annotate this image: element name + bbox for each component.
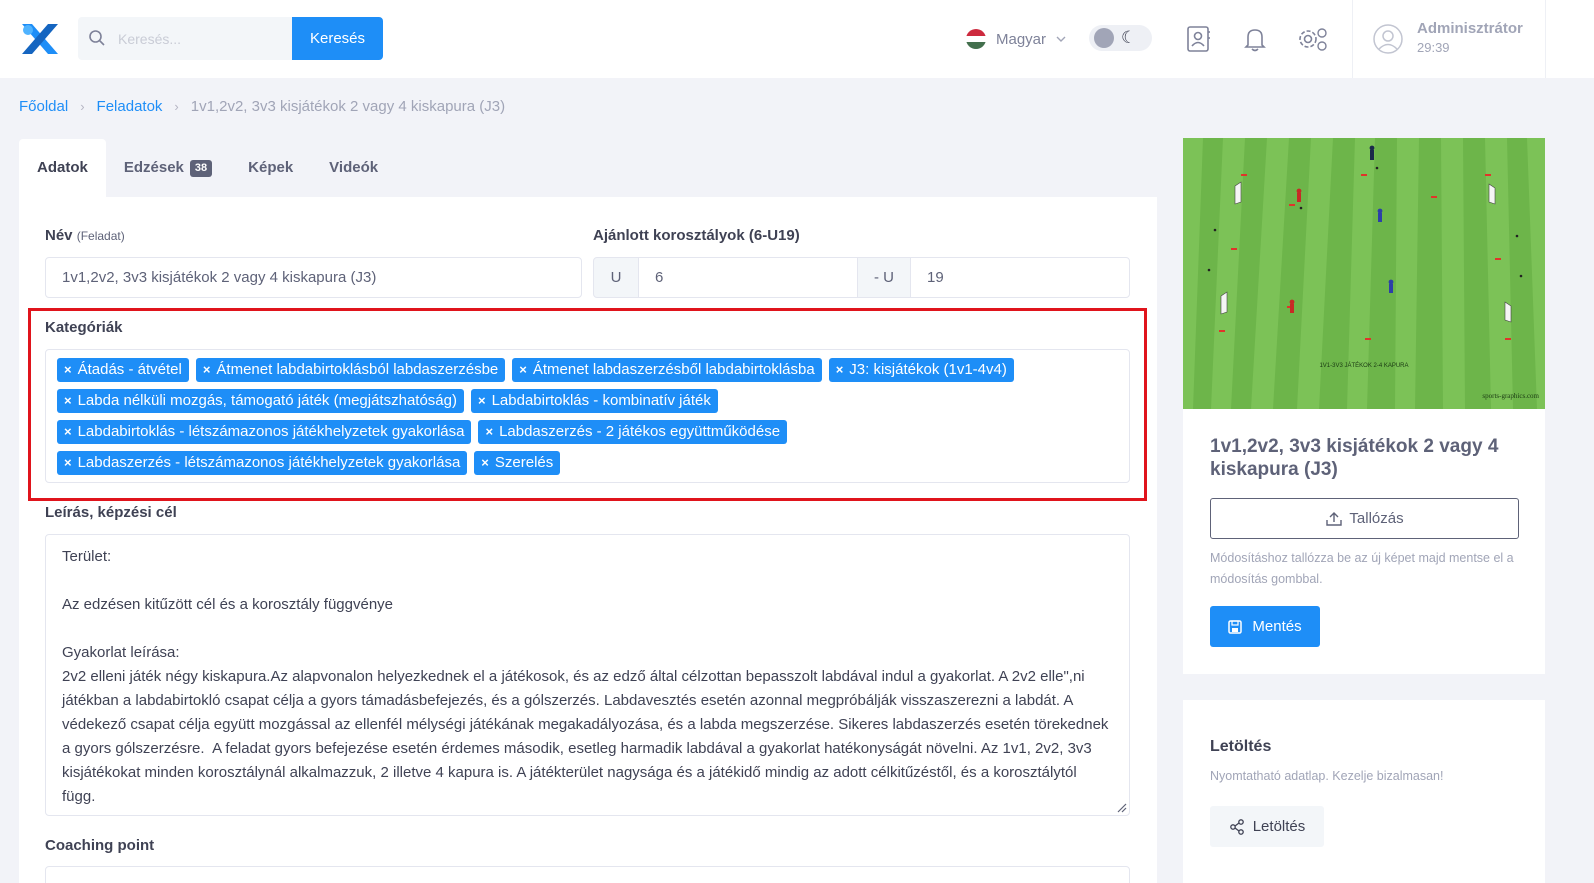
remove-tag-icon[interactable]: ×	[64, 393, 72, 408]
age-to-field[interactable]: 19	[910, 257, 1130, 298]
toggle-knob	[1094, 28, 1114, 48]
settings-icon[interactable]	[1296, 24, 1330, 54]
category-tag[interactable]: × Átmenet labdabirtoklásból labdaszerzésb…	[195, 358, 506, 382]
category-tag-label: Labdabirtoklás - létszámazonos játékhely…	[77, 423, 465, 440]
age-to-prefix: - U	[857, 257, 911, 298]
category-tag-label: Átmenet labdabirtoklásból labdaszerzésbe	[216, 361, 499, 378]
tab-kepek[interactable]: Képek	[230, 139, 311, 197]
remove-tag-icon[interactable]: ×	[836, 362, 844, 377]
svg-text:1V1-3V3 JÁTÉKOK 2-4 KAPURA: 1V1-3V3 JÁTÉKOK 2-4 KAPURA	[1319, 362, 1408, 369]
tab-edzesek[interactable]: Edzések 38	[106, 139, 230, 197]
upload-icon	[1326, 511, 1343, 526]
category-tag-label: Labdabirtoklás - kombinatív játék	[491, 392, 711, 409]
download-subtitle: Nyomtatható adatlap. Kezelje bizalmasan!	[1210, 769, 1444, 783]
description-textarea[interactable]: Terület: Az edzésen kitűzött cél és a ko…	[45, 534, 1130, 816]
remove-tag-icon[interactable]: ×	[64, 362, 72, 377]
category-tag-label: Átadás - átvétel	[77, 361, 182, 378]
x-logo-icon[interactable]	[18, 22, 62, 56]
category-tag[interactable]: × Labdaszerzés - 2 játékos együttműködése	[478, 420, 788, 444]
theme-toggle[interactable]: ☾	[1089, 25, 1152, 51]
hungary-flag-icon	[966, 29, 986, 49]
search-button[interactable]: Keresés	[292, 17, 383, 60]
breadcrumb: Főoldal › Feladatok › 1v1,2v2, 3v3 kisjá…	[19, 98, 505, 115]
image-card: 1V1-3V3 JÁTÉKOK 2-4 KAPURA sports-graphi…	[1183, 138, 1545, 674]
breadcrumb-current: 1v1,2v2, 3v3 kisjátékok 2 vagy 4 kiskapu…	[190, 98, 506, 115]
browse-button[interactable]: Tallózás	[1210, 498, 1519, 539]
tab-label: Adatok	[37, 159, 88, 176]
language-label: Magyar	[996, 30, 1047, 48]
description-label: Leírás, képzési cél	[45, 504, 177, 521]
remove-tag-icon[interactable]: ×	[519, 362, 527, 377]
remove-tag-icon[interactable]: ×	[478, 393, 486, 408]
category-tag-label: Labda nélküli mozgás, támogató játék (me…	[77, 392, 457, 409]
svg-text:sports-graphics.com: sports-graphics.com	[1482, 392, 1539, 400]
breadcrumb-home[interactable]: Főoldal	[19, 98, 68, 115]
category-tag[interactable]: × Labdabirtoklás - kombinatív játék	[470, 389, 718, 413]
remove-tag-icon[interactable]: ×	[481, 455, 489, 470]
category-tag[interactable]: × Átadás - átvétel	[57, 358, 189, 382]
category-tags: × Átadás - átvétel × Átmenet labdabirtoklás…	[57, 358, 1119, 475]
remove-tag-icon[interactable]: ×	[485, 424, 493, 439]
user-menu[interactable]: Adminisztrátor 29:39	[1352, 0, 1546, 78]
tab-label: Edzések	[123, 159, 184, 176]
image-hint: Módosításhoz tallózza be az új képet maj…	[1210, 551, 1514, 586]
top-header: Keresés Magyar ☾ Adminisztrátor 29	[0, 0, 1594, 78]
tab-bar: Adatok Edzések 38 Képek Videók	[19, 139, 1157, 197]
category-tag-label: Labdaszerzés - létszámazonos játékhelyze…	[77, 454, 461, 471]
language-selector[interactable]: Magyar	[966, 28, 1066, 50]
user-name: Adminisztrátor	[1417, 20, 1523, 37]
share-icon	[1229, 818, 1244, 835]
save-button[interactable]: Mentés	[1210, 606, 1320, 647]
category-tag[interactable]: × Átmenet labdaszerzésből labdabirtoklásb…	[512, 358, 822, 382]
remove-tag-icon[interactable]: ×	[203, 362, 211, 377]
categories-select[interactable]: × Átadás - átvétel × Átmenet labdabirtoklás…	[45, 349, 1130, 483]
session-time: 29:39	[1417, 40, 1450, 55]
browse-label: Tallózás	[1349, 510, 1404, 527]
save-label: Mentés	[1252, 618, 1302, 635]
chevron-down-icon	[1056, 36, 1066, 42]
remove-tag-icon[interactable]: ×	[64, 424, 72, 439]
categories-label: Kategóriák	[45, 319, 123, 336]
category-tag[interactable]: × Labdabirtoklás - létszámazonos játékhel…	[57, 420, 472, 444]
moon-icon: ☾	[1121, 28, 1137, 47]
category-tag-label: Labdaszerzés - 2 játékos együttműködése	[499, 423, 781, 440]
tab-videok[interactable]: Videók	[311, 139, 396, 197]
category-tag[interactable]: × J3: kisjátékok (1v1-4v4)	[828, 358, 1014, 382]
chevron-right-icon: ›	[174, 99, 179, 114]
resize-handle-icon[interactable]	[1117, 803, 1127, 813]
search-input[interactable]	[118, 17, 288, 60]
bell-icon[interactable]	[1240, 24, 1270, 54]
remove-tag-icon[interactable]: ×	[64, 455, 72, 470]
tab-adatok[interactable]: Adatok	[19, 139, 106, 197]
age-from-field[interactable]: 6	[638, 257, 858, 298]
user-avatar-icon	[1373, 24, 1403, 54]
download-card: Letöltés Nyomtatható adatlap. Kezelje bi…	[1183, 700, 1545, 883]
contacts-icon[interactable]	[1183, 24, 1213, 54]
category-tag[interactable]: × Labda nélküli mozgás, támogató játék (m…	[57, 389, 464, 413]
category-tag-label: Szerelés	[494, 454, 554, 471]
name-label: Név (Feladat)	[45, 227, 125, 244]
search-icon	[89, 30, 105, 46]
name-field[interactable]: 1v1,2v2, 3v3 kisjátékok 2 vagy 4 kiskapu…	[45, 257, 582, 298]
category-tag[interactable]: × Szerelés	[474, 451, 561, 475]
task-title: 1v1,2v2, 3v3 kisjátékok 2 vagy 4 kiskapu…	[1210, 436, 1499, 480]
category-tag-label: Átmenet labdaszerzésből labdabirtoklásba	[532, 361, 815, 378]
count-badge: 38	[189, 159, 213, 177]
category-tag-label: J3: kisjátékok (1v1-4v4)	[849, 361, 1007, 378]
breadcrumb-section[interactable]: Feladatok	[97, 98, 163, 115]
category-tag[interactable]: × Labdaszerzés - létszámazonos játékhelyz…	[57, 451, 468, 475]
download-label: Letöltés	[1252, 818, 1306, 835]
search-box	[78, 17, 292, 60]
coaching-field[interactable]	[45, 866, 1130, 883]
download-button[interactable]: Letöltés	[1210, 806, 1324, 847]
floppy-disk-icon	[1228, 619, 1243, 634]
tab-label: Képek	[248, 159, 294, 176]
coaching-label: Coaching point	[45, 837, 155, 854]
pitch-diagram-image: 1V1-3V3 JÁTÉKOK 2-4 KAPURA sports-graphi…	[1183, 138, 1545, 409]
age-label: Ajánlott korosztályok (6-U19)	[593, 227, 800, 244]
download-title: Letöltés	[1210, 738, 1272, 755]
age-from-prefix: U	[593, 257, 639, 298]
chevron-right-icon: ›	[80, 99, 85, 114]
tab-label: Videók	[329, 159, 379, 176]
